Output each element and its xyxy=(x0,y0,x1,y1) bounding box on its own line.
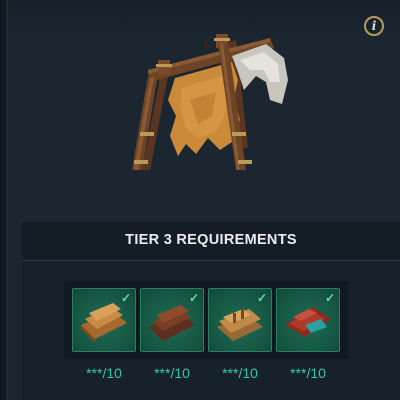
leather-drying-rack-image xyxy=(132,34,288,170)
requirement-quantity-2: ***/10 xyxy=(154,365,190,381)
requirement-quantity-1: ***/10 xyxy=(86,365,122,381)
requirement-slot-1[interactable]: ✓ xyxy=(72,288,136,352)
requirement-slot-2[interactable]: ✓ xyxy=(140,288,204,352)
check-icon: ✓ xyxy=(120,291,131,305)
info-icon: i xyxy=(371,19,377,33)
check-icon: ✓ xyxy=(324,291,335,305)
requirement-slot-3[interactable]: ✓ xyxy=(208,288,272,352)
check-icon: ✓ xyxy=(256,291,267,305)
requirement-quantity-4: ***/10 xyxy=(290,365,326,381)
info-button[interactable]: i xyxy=(364,16,384,36)
panel-left-border xyxy=(0,0,8,400)
check-icon: ✓ xyxy=(188,291,199,305)
requirements-title: TIER 3 REQUIREMENTS xyxy=(125,232,297,248)
requirement-slot-4[interactable]: ✓ xyxy=(276,288,340,352)
requirement-quantity-3: ***/10 xyxy=(222,365,258,381)
